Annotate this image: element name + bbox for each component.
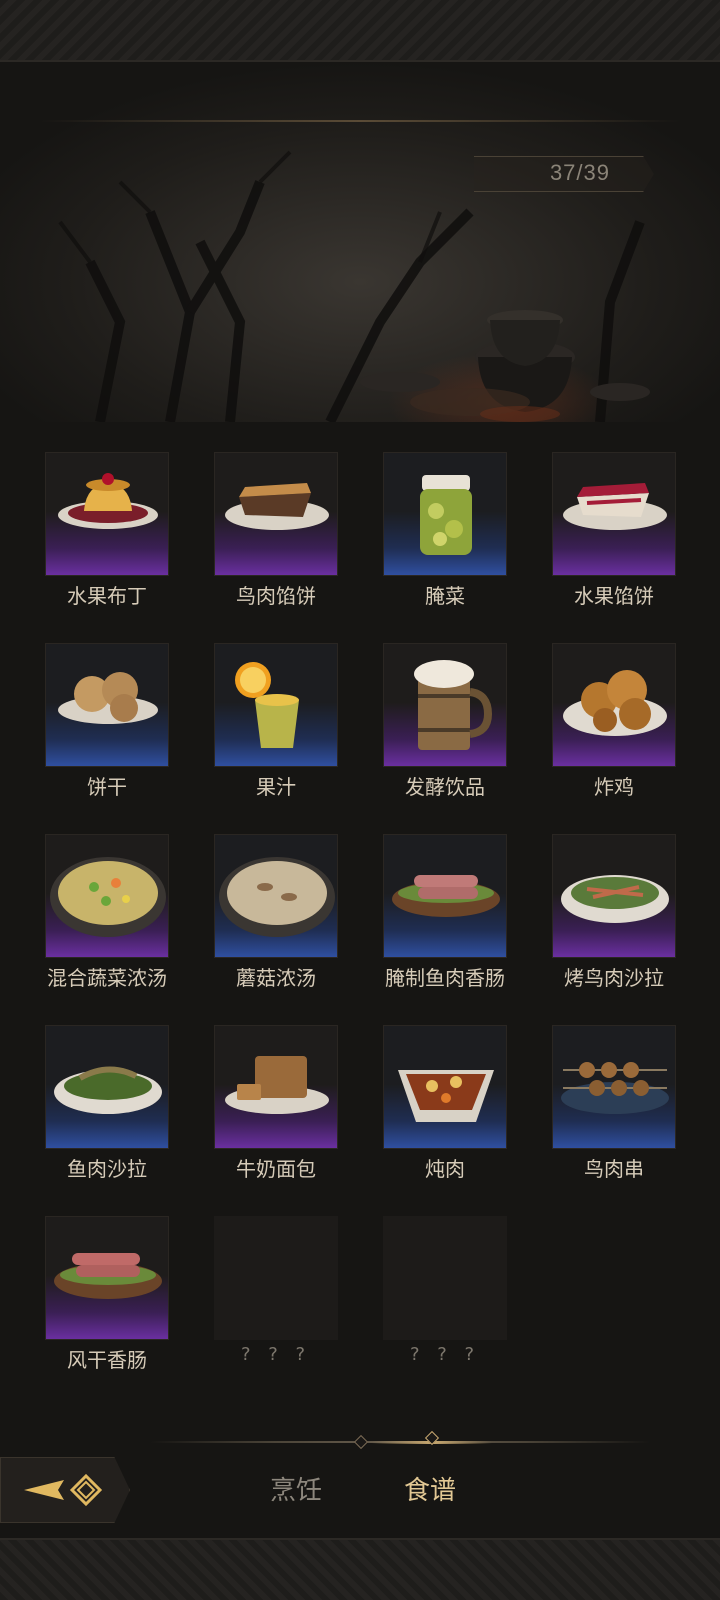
- recipe-name: 牛奶面包: [236, 1157, 316, 1181]
- recipe-name: 鸟肉馅饼: [236, 584, 316, 608]
- banner-ornament: [40, 120, 680, 122]
- tab-cook[interactable]: 烹饪: [270, 1470, 322, 1507]
- recipe-name: 炸鸡: [594, 775, 634, 799]
- recipe-slot[interactable]: [214, 452, 338, 576]
- recipe-slot[interactable]: [552, 643, 676, 767]
- divider-diamond-left: [353, 1434, 369, 1450]
- recipe-name: 腌制鱼肉香肠: [385, 966, 505, 990]
- recipe-name: 烤鸟肉沙拉: [564, 966, 664, 990]
- bottom-decorative-border: [0, 1538, 720, 1600]
- tab-recipe[interactable]: 食谱: [404, 1470, 456, 1507]
- recipe-name: 水果布丁: [67, 584, 147, 608]
- recipe-name: 鱼肉沙拉: [67, 1157, 147, 1181]
- recipe-slot[interactable]: [214, 1025, 338, 1149]
- recipe-slot[interactable]: [214, 643, 338, 767]
- recipe-name: ? ? ?: [409, 1344, 481, 1365]
- recipe-name: 炖肉: [425, 1157, 465, 1181]
- recipe-slot[interactable]: [383, 452, 507, 576]
- recipe-slot[interactable]: [552, 834, 676, 958]
- locked-recipe-slot[interactable]: [214, 1216, 338, 1340]
- back-arrow-icon: [24, 1473, 103, 1507]
- recipe-name: 风干香肠: [67, 1348, 147, 1372]
- recipe-counter: 37/39: [549, 160, 610, 185]
- recipe-name: 混合蔬菜浓汤: [47, 966, 167, 990]
- recipe-name: 蘑菇浓汤: [236, 966, 316, 990]
- recipe-name: 饼干: [87, 775, 127, 799]
- recipe-slot[interactable]: [214, 834, 338, 958]
- recipe-slot[interactable]: [45, 452, 169, 576]
- recipe-slot[interactable]: [552, 452, 676, 576]
- recipe-banner-image: 37/39: [0, 62, 720, 422]
- top-decorative-border: [0, 0, 720, 62]
- recipe-name: ? ? ?: [240, 1344, 312, 1365]
- recipe-slot[interactable]: [383, 1025, 507, 1149]
- back-button[interactable]: [0, 1457, 130, 1523]
- recipe-name: 腌菜: [425, 584, 465, 608]
- recipe-slot[interactable]: [45, 643, 169, 767]
- recipe-slot[interactable]: [383, 834, 507, 958]
- recipe-name: 发酵饮品: [405, 775, 485, 799]
- locked-recipe-slot[interactable]: [383, 1216, 507, 1340]
- recipe-slot[interactable]: [383, 643, 507, 767]
- recipe-name: 鸟肉串: [584, 1157, 644, 1181]
- recipe-name: 果汁: [256, 775, 296, 799]
- recipe-name: 水果馅饼: [574, 584, 654, 608]
- recipe-slot[interactable]: [45, 834, 169, 958]
- recipe-slot[interactable]: [552, 1025, 676, 1149]
- recipe-slot[interactable]: [45, 1216, 169, 1340]
- recipe-slot[interactable]: [45, 1025, 169, 1149]
